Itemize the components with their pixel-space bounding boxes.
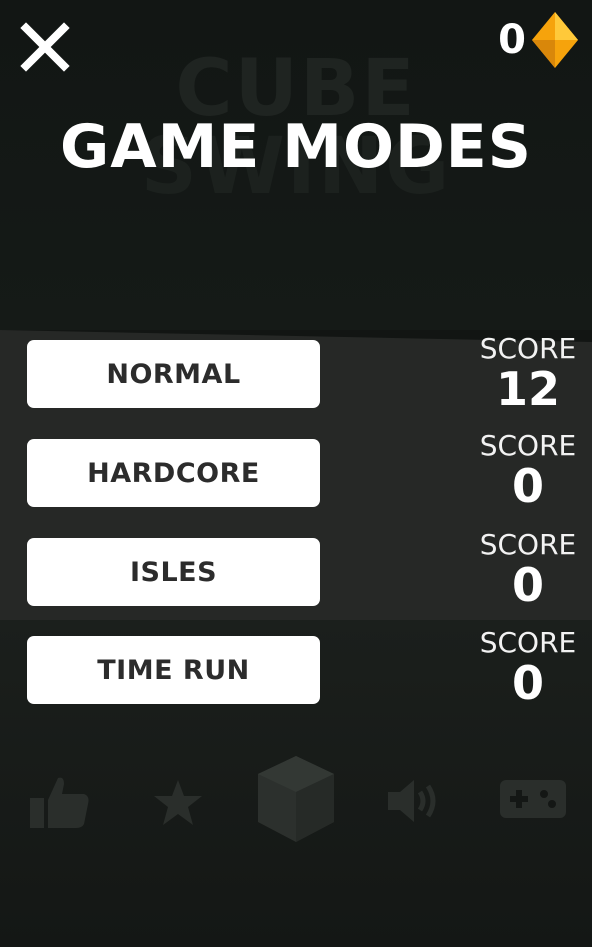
mode-row-hardcore: HARDCORE SCORE 0 xyxy=(0,431,592,519)
mode-row-normal: NORMAL SCORE 12 xyxy=(0,334,592,420)
mode-button-hardcore[interactable]: HARDCORE xyxy=(27,439,320,507)
speaker-icon xyxy=(388,780,436,822)
mode-button-time-run[interactable]: TIME RUN xyxy=(27,636,320,704)
gem-count: 0 xyxy=(498,17,526,63)
mode-button-isles[interactable]: ISLES xyxy=(27,538,320,606)
score-label: SCORE xyxy=(479,626,577,659)
close-icon xyxy=(20,22,70,72)
score-value: 0 xyxy=(511,558,544,612)
mode-row-time-run: TIME RUN SCORE 0 xyxy=(0,628,592,716)
score-value: 0 xyxy=(511,459,544,513)
score-value: 12 xyxy=(495,362,560,416)
star-icon xyxy=(154,780,202,825)
score-label: SCORE xyxy=(479,332,577,365)
page-title: GAME MODES xyxy=(60,112,532,182)
close-button[interactable] xyxy=(20,22,70,72)
diamond-icon xyxy=(532,12,578,68)
score-box-hardcore: SCORE 0 xyxy=(470,429,586,513)
score-value: 0 xyxy=(511,656,544,710)
score-box-normal: SCORE 12 xyxy=(470,332,586,416)
score-label: SCORE xyxy=(479,429,577,462)
mode-button-normal[interactable]: NORMAL xyxy=(27,340,320,408)
mode-row-isles: ISLES SCORE 0 xyxy=(0,530,592,618)
gamepad-icon xyxy=(500,780,566,818)
score-box-time-run: SCORE 0 xyxy=(470,626,586,710)
score-box-isles: SCORE 0 xyxy=(470,528,586,612)
bottom-bar xyxy=(0,750,592,850)
cube-icon xyxy=(258,756,334,842)
score-label: SCORE xyxy=(479,528,577,561)
gem-counter: 0 xyxy=(498,10,580,70)
thumbs-up-icon xyxy=(30,777,89,828)
